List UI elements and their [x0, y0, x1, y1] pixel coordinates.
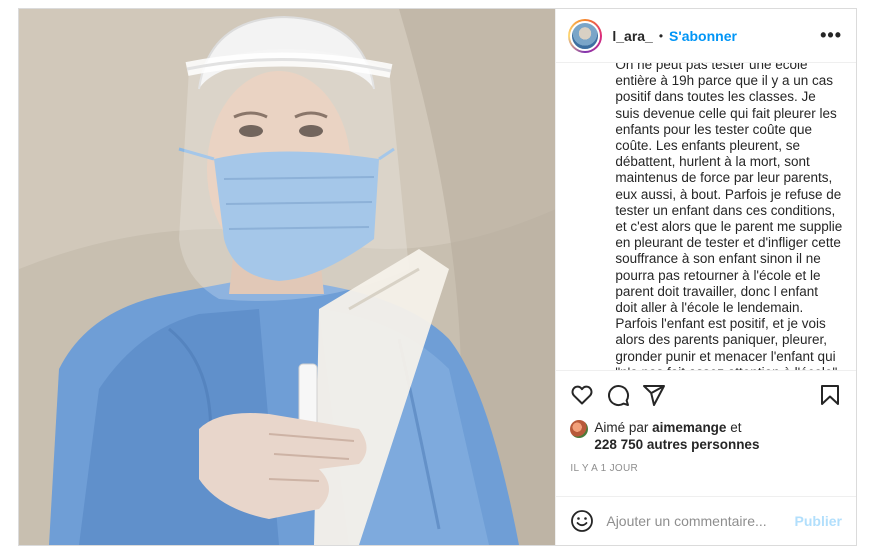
likes-summary: Aimé par aimemange et 228 750 autres per… — [556, 419, 856, 457]
liker-avatar[interactable] — [570, 420, 589, 438]
comment-icon[interactable] — [606, 383, 630, 407]
liked-by-prefix: Aimé par — [594, 420, 649, 435]
username-link[interactable]: l_ara_ — [612, 28, 652, 44]
publish-button[interactable]: Publier — [795, 513, 842, 529]
post-header: l_ara_ • S'abonner ••• — [556, 9, 856, 63]
others-count-link[interactable]: 228 750 autres personnes — [594, 437, 759, 452]
avatar-image — [570, 20, 601, 51]
action-bar — [556, 371, 856, 419]
liked-by-and: et — [730, 420, 742, 435]
post-side-panel: l_ara_ • S'abonner ••• On ne peut pas te… — [555, 9, 856, 545]
comment-input[interactable] — [606, 513, 795, 529]
post-caption: On ne peut pas tester une école entière … — [615, 63, 843, 370]
likes-text: Aimé par aimemange et 228 750 autres per… — [594, 419, 759, 453]
heart-icon[interactable] — [570, 383, 594, 407]
share-icon[interactable] — [642, 383, 666, 407]
bookmark-icon[interactable] — [818, 383, 842, 407]
user-avatar[interactable] — [568, 18, 603, 53]
caption-scroll-area[interactable]: On ne peut pas tester une école entière … — [556, 63, 856, 371]
follow-button[interactable]: S'abonner — [669, 28, 737, 44]
more-options-icon[interactable]: ••• — [820, 25, 842, 46]
instagram-post: l_ara_ • S'abonner ••• On ne peut pas te… — [18, 8, 857, 546]
photo-illustration — [19, 9, 556, 545]
post-timestamp[interactable]: IL Y A 1 JOUR — [556, 457, 856, 497]
post-photo[interactable] — [19, 9, 556, 545]
comment-composer: Publier — [556, 497, 856, 545]
separator-dot: • — [658, 28, 664, 43]
emoji-icon[interactable] — [570, 509, 594, 533]
liker-username-link[interactable]: aimemange — [652, 420, 726, 435]
